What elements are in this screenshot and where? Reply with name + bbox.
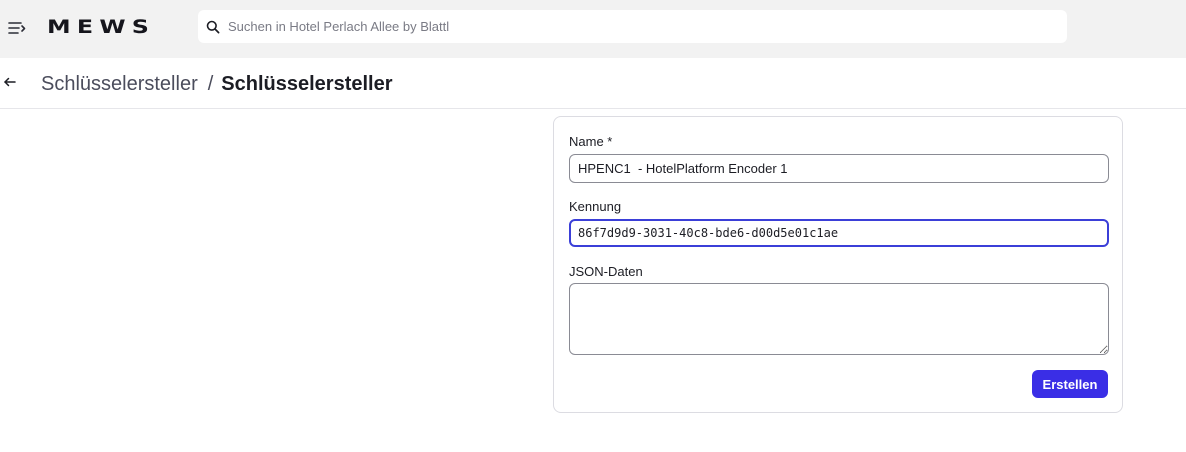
top-bar: MEWS [0, 0, 1186, 58]
breadcrumb-separator: / [207, 73, 214, 95]
key-maker-form: Name * Kennung JSON-Daten Erstellen [553, 116, 1123, 413]
page-title: Schlüsselersteller [221, 73, 393, 95]
id-label: Kennung [569, 199, 622, 214]
page-header: Schlüsselersteller / Schlüsselersteller [0, 58, 1186, 109]
search-icon [206, 20, 220, 34]
id-field[interactable] [569, 219, 1109, 247]
breadcrumb-parent[interactable]: Schlüsselersteller [41, 73, 198, 95]
name-label: Name * [569, 134, 613, 149]
breadcrumb: Schlüsselersteller / Schlüsselersteller [41, 72, 393, 96]
mews-logo[interactable]: MEWS [47, 12, 149, 42]
search-input[interactable] [228, 10, 1048, 43]
logo-text: MEWS [47, 16, 156, 38]
name-field[interactable] [569, 154, 1109, 183]
create-button[interactable]: Erstellen [1032, 370, 1108, 398]
json-data-field[interactable] [569, 283, 1109, 355]
menu-icon[interactable] [6, 17, 28, 39]
arrow-left-icon[interactable] [2, 74, 18, 90]
search-bar [198, 10, 1067, 43]
json-label: JSON-Daten [569, 264, 643, 279]
